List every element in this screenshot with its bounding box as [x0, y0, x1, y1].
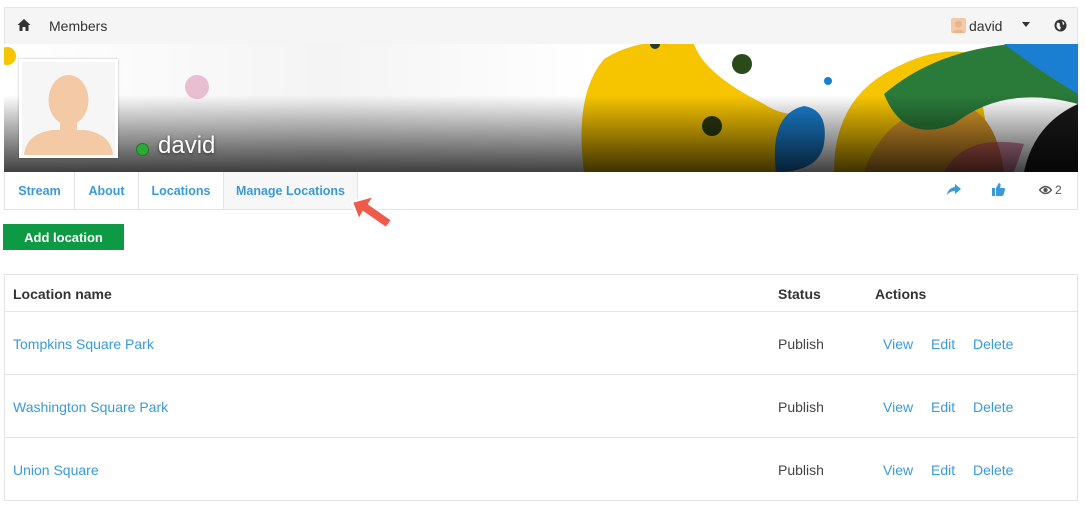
thumbs-up-icon[interactable] [992, 183, 1005, 196]
column-header-status: Status [778, 286, 821, 302]
tab-about[interactable]: About [75, 172, 139, 209]
share-icon[interactable] [947, 184, 961, 196]
table-row: Washington Square Park Publish View Edit… [5, 375, 1077, 438]
add-location-button[interactable]: Add location [3, 224, 124, 250]
top-navbar: Members david [4, 7, 1078, 44]
caret-down-icon[interactable] [1021, 21, 1031, 29]
location-name-link[interactable]: Washington Square Park [13, 399, 168, 415]
edit-link[interactable]: Edit [931, 336, 955, 352]
view-link[interactable]: View [883, 336, 913, 352]
views-count: 2 [1055, 183, 1062, 197]
edit-link[interactable]: Edit [931, 462, 955, 478]
user-avatar-small-icon[interactable] [951, 18, 966, 33]
tab-stream[interactable]: Stream [5, 172, 75, 209]
user-menu-name[interactable]: david [969, 18, 1002, 34]
column-header-location-name: Location name [13, 286, 112, 302]
status-text: Publish [778, 336, 824, 352]
status-text: Publish [778, 399, 824, 415]
profile-cover: david [4, 44, 1078, 172]
view-link[interactable]: View [883, 462, 913, 478]
tab-locations[interactable]: Locations [139, 172, 224, 209]
edit-link[interactable]: Edit [931, 399, 955, 415]
home-icon[interactable] [17, 18, 31, 32]
locations-table: Location name Status Actions Tompkins Sq… [4, 274, 1078, 501]
location-name-link[interactable]: Tompkins Square Park [13, 336, 154, 352]
location-name-link[interactable]: Union Square [13, 462, 99, 478]
eye-icon [1039, 185, 1052, 195]
table-row: Tompkins Square Park Publish View Edit D… [5, 312, 1077, 375]
members-link[interactable]: Members [49, 18, 107, 34]
globe-icon[interactable] [1054, 19, 1067, 32]
profile-tabbar: Stream About Locations Manage Locations … [4, 172, 1078, 210]
table-row: Union Square Publish View Edit Delete [5, 438, 1077, 501]
view-link[interactable]: View [883, 399, 913, 415]
profile-avatar[interactable] [19, 59, 118, 158]
profile-name: david [158, 132, 216, 159]
tab-manage-locations[interactable]: Manage Locations [224, 172, 358, 209]
annotation-arrow-icon [351, 195, 393, 229]
online-status-icon [136, 143, 149, 156]
column-header-actions: Actions [875, 286, 927, 302]
delete-link[interactable]: Delete [973, 336, 1013, 352]
delete-link[interactable]: Delete [973, 399, 1013, 415]
table-header: Location name Status Actions [5, 275, 1077, 312]
status-text: Publish [778, 462, 824, 478]
delete-link[interactable]: Delete [973, 462, 1013, 478]
